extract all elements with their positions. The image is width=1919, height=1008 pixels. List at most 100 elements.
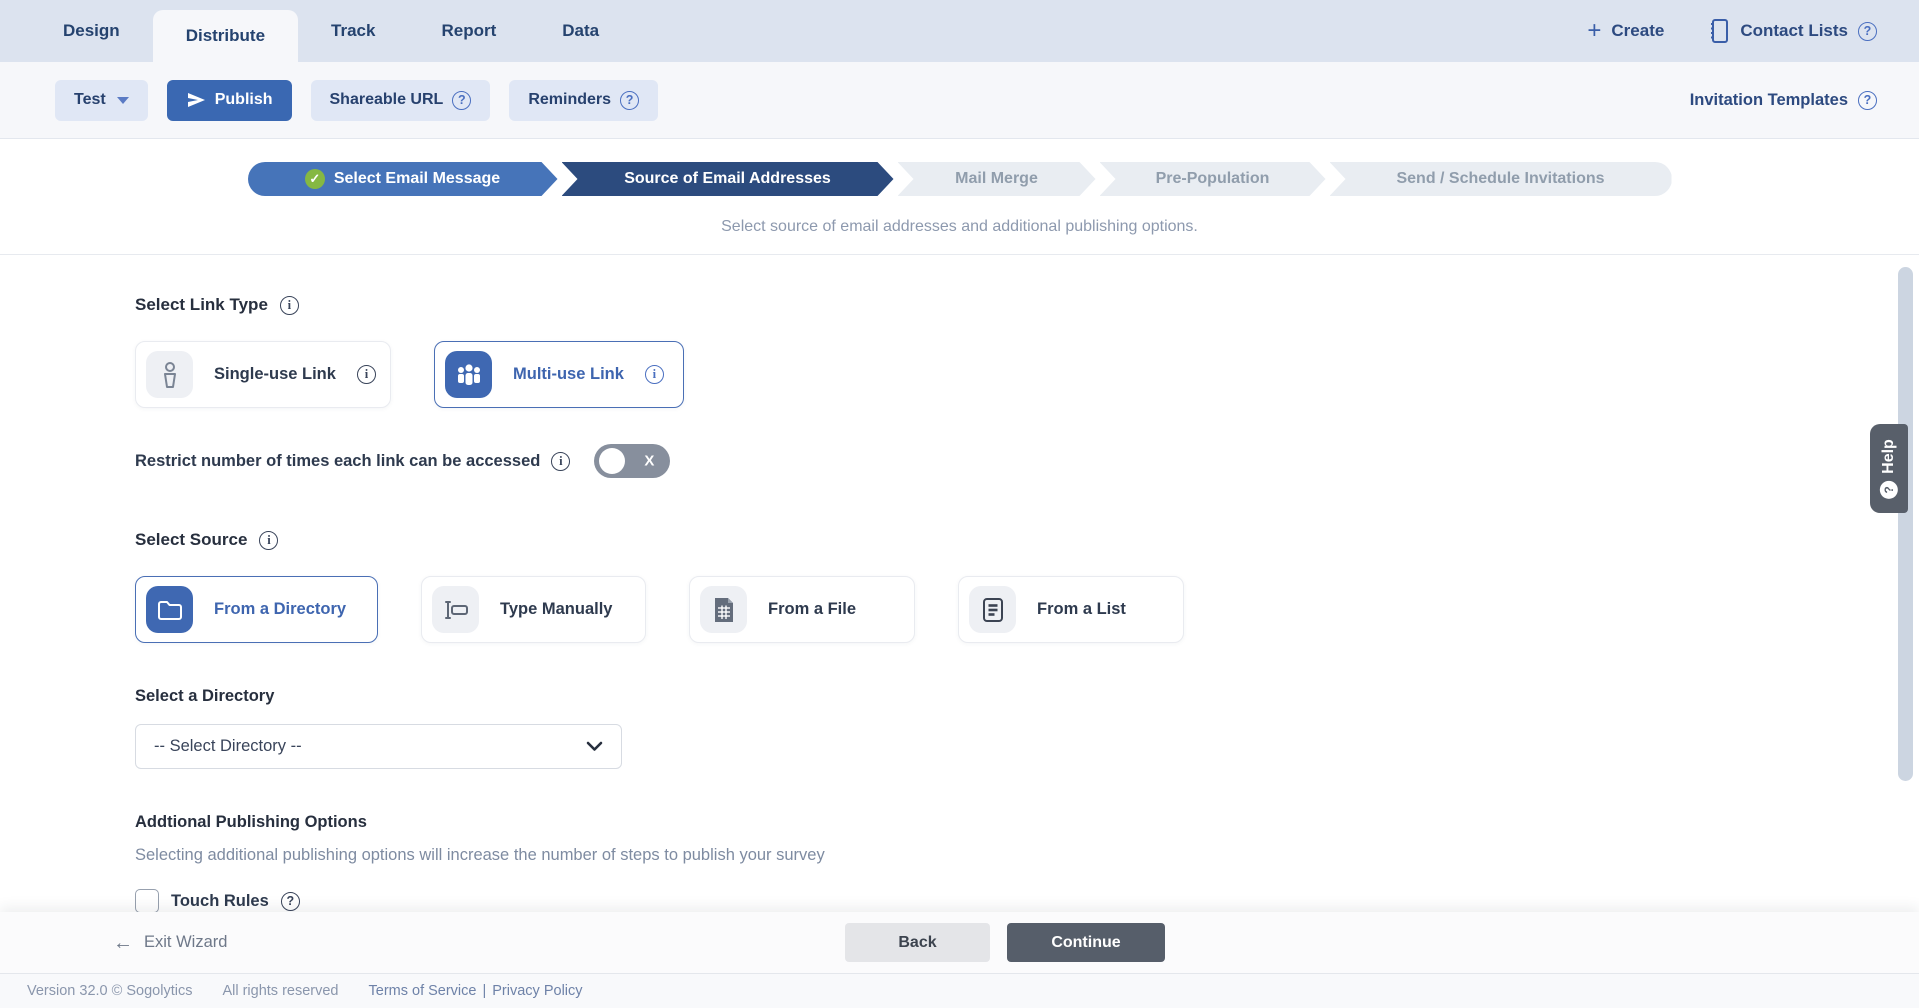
tab-track[interactable]: Track bbox=[298, 0, 408, 62]
help-tab[interactable]: ? Help bbox=[1870, 424, 1908, 513]
single-use-link-card[interactable]: Single-use Link i bbox=[135, 341, 391, 408]
test-dropdown-button[interactable]: Test bbox=[55, 80, 148, 121]
top-nav: Design Distribute Track Report Data + Cr… bbox=[0, 0, 1919, 62]
publish-button[interactable]: Publish bbox=[167, 80, 292, 121]
chevron-down-icon bbox=[586, 741, 603, 752]
shareable-url-button[interactable]: Shareable URL ? bbox=[311, 80, 491, 121]
reminders-help-icon[interactable]: ? bbox=[620, 91, 639, 110]
reminders-label: Reminders bbox=[528, 91, 611, 109]
test-label: Test bbox=[74, 91, 106, 109]
select-link-type-heading: Select Link Type i bbox=[135, 295, 1919, 315]
wizard-content: Select Link Type i Single-use Link i Mul… bbox=[0, 255, 1919, 913]
from-list-card[interactable]: From a List bbox=[958, 576, 1184, 643]
tab-report-label: Report bbox=[441, 21, 496, 41]
step-label: Pre-Population bbox=[1156, 170, 1270, 188]
tab-distribute[interactable]: Distribute bbox=[153, 10, 298, 62]
invitation-templates-help-icon[interactable]: ? bbox=[1858, 91, 1877, 110]
step-label: Mail Merge bbox=[955, 170, 1038, 188]
continue-button[interactable]: Continue bbox=[1007, 923, 1165, 962]
nav-right-actions: + Create Contact Lists ? bbox=[1587, 0, 1919, 62]
touch-rules-row: Touch Rules ? bbox=[135, 889, 1919, 913]
invitation-templates-link[interactable]: Invitation Templates ? bbox=[1690, 91, 1877, 110]
file-spreadsheet-icon bbox=[700, 586, 747, 633]
step-label: Select Email Message bbox=[334, 170, 500, 188]
link-type-cards: Single-use Link i Multi-use Link i bbox=[135, 341, 1919, 408]
tab-report[interactable]: Report bbox=[408, 0, 529, 62]
step-pre-population[interactable]: Pre-Population bbox=[1100, 162, 1326, 196]
restrict-access-row: Restrict number of times each link can b… bbox=[135, 444, 1919, 478]
multi-use-link-card[interactable]: Multi-use Link i bbox=[434, 341, 684, 408]
single-person-icon bbox=[146, 351, 193, 398]
exit-wizard-label: Exit Wizard bbox=[144, 933, 227, 952]
rights-text: All rights reserved bbox=[222, 983, 338, 999]
multi-people-icon bbox=[445, 351, 492, 398]
vertical-scrollbar-thumb[interactable] bbox=[1898, 267, 1913, 781]
type-cursor-icon bbox=[432, 586, 479, 633]
restrict-access-label: Restrict number of times each link can b… bbox=[135, 452, 540, 471]
version-text: Version 32.0 © Sogolytics bbox=[27, 983, 192, 999]
multi-use-link-label: Multi-use Link bbox=[513, 365, 624, 384]
send-icon bbox=[186, 90, 206, 110]
step-source-of-email-addresses[interactable]: Source of Email Addresses bbox=[562, 162, 894, 196]
legal-separator: | bbox=[482, 983, 486, 999]
help-tab-label: Help bbox=[1880, 439, 1898, 474]
step-label: Send / Schedule Invitations bbox=[1396, 170, 1604, 188]
legal-links: Terms of Service | Privacy Policy bbox=[369, 983, 583, 999]
type-manually-label: Type Manually bbox=[500, 600, 612, 619]
wizard-stepper: ✓ Select Email Message Source of Email A… bbox=[0, 139, 1919, 196]
nav-tabs: Design Distribute Track Report Data bbox=[0, 0, 632, 62]
toggle-off-glyph: X bbox=[644, 453, 654, 470]
wizard-footer: ← Exit Wizard Back Continue bbox=[0, 912, 1919, 973]
from-directory-label: From a Directory bbox=[214, 600, 346, 619]
contact-lists-help-icon[interactable]: ? bbox=[1858, 22, 1877, 41]
single-use-link-info-icon[interactable]: i bbox=[357, 365, 376, 384]
select-link-type-info-icon[interactable]: i bbox=[280, 296, 299, 315]
tab-data[interactable]: Data bbox=[529, 0, 632, 62]
page-subtitle: Select source of email addresses and add… bbox=[0, 218, 1919, 255]
multi-use-link-info-icon[interactable]: i bbox=[645, 365, 664, 384]
version-bar: Version 32.0 © Sogolytics All rights res… bbox=[0, 973, 1919, 1008]
create-button[interactable]: + Create bbox=[1587, 19, 1664, 43]
from-list-label: From a List bbox=[1037, 600, 1126, 619]
touch-rules-checkbox[interactable] bbox=[135, 889, 159, 913]
step-label: Source of Email Addresses bbox=[624, 170, 831, 188]
contact-lists-button[interactable]: Contact Lists ? bbox=[1708, 18, 1877, 44]
select-source-info-icon[interactable]: i bbox=[259, 531, 278, 550]
arrow-left-icon: ← bbox=[113, 933, 133, 953]
select-source-label: Select Source bbox=[135, 530, 247, 550]
from-file-card[interactable]: From a File bbox=[689, 576, 915, 643]
select-directory-label: Select a Directory bbox=[135, 687, 1919, 706]
select-link-type-label: Select Link Type bbox=[135, 295, 268, 315]
toggle-knob bbox=[599, 448, 625, 474]
tab-design[interactable]: Design bbox=[30, 0, 153, 62]
publishing-options-heading: Addtional Publishing Options bbox=[135, 813, 1919, 832]
step-select-email-message[interactable]: ✓ Select Email Message bbox=[248, 162, 558, 196]
contact-lists-label: Contact Lists bbox=[1740, 21, 1848, 41]
restrict-access-toggle[interactable]: X bbox=[594, 444, 670, 478]
from-file-label: From a File bbox=[768, 600, 856, 619]
restrict-access-info-icon[interactable]: i bbox=[551, 452, 570, 471]
tab-distribute-label: Distribute bbox=[186, 26, 265, 46]
back-button[interactable]: Back bbox=[845, 923, 990, 962]
contact-list-icon bbox=[1708, 18, 1730, 44]
reminders-button[interactable]: Reminders ? bbox=[509, 80, 658, 121]
step-send-schedule-invitations[interactable]: Send / Schedule Invitations bbox=[1330, 162, 1672, 196]
terms-of-service-link[interactable]: Terms of Service bbox=[369, 983, 477, 999]
step-mail-merge[interactable]: Mail Merge bbox=[898, 162, 1096, 196]
from-directory-card[interactable]: From a Directory bbox=[135, 576, 378, 643]
plus-icon: + bbox=[1587, 19, 1601, 43]
create-label: Create bbox=[1611, 21, 1664, 41]
directory-select[interactable]: -- Select Directory -- bbox=[135, 724, 622, 769]
exit-wizard-button[interactable]: ← Exit Wizard bbox=[0, 933, 227, 953]
type-manually-card[interactable]: Type Manually bbox=[421, 576, 646, 643]
step-complete-check-icon: ✓ bbox=[305, 169, 325, 189]
caret-down-icon bbox=[117, 97, 129, 104]
privacy-policy-link[interactable]: Privacy Policy bbox=[492, 983, 582, 999]
shareable-url-help-icon[interactable]: ? bbox=[452, 91, 471, 110]
invitation-templates-label: Invitation Templates bbox=[1690, 91, 1848, 110]
touch-rules-help-icon[interactable]: ? bbox=[281, 892, 300, 911]
tab-track-label: Track bbox=[331, 21, 375, 41]
touch-rules-label: Touch Rules bbox=[171, 892, 269, 911]
shareable-url-label: Shareable URL bbox=[330, 91, 444, 109]
directory-select-value: -- Select Directory -- bbox=[154, 737, 302, 756]
